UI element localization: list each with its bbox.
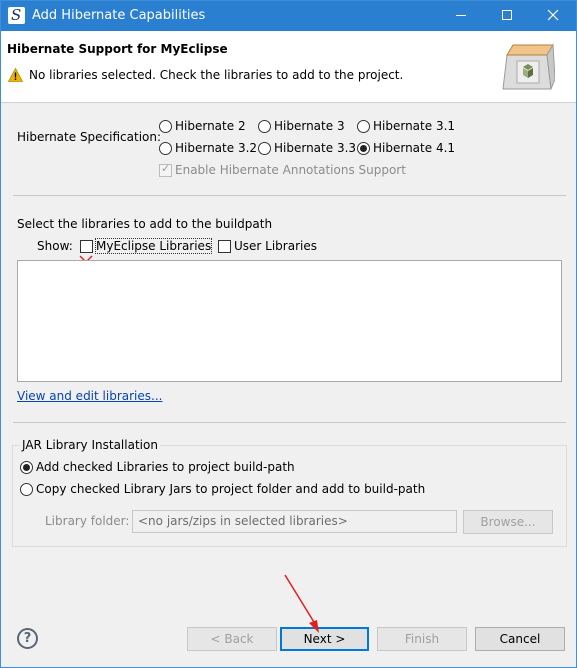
radio-hibernate-2[interactable]: [159, 120, 172, 133]
title-bar[interactable]: S Add Hibernate Capabilities: [1, 1, 576, 31]
radio-label-copy-jars: Copy checked Library Jars to project fol…: [36, 482, 426, 496]
library-folder-field[interactable]: <no jars/zips in selected libraries>: [132, 510, 457, 533]
radio-add-to-build-path[interactable]: [20, 461, 33, 474]
status-message: No libraries selected. Check the librari…: [29, 68, 404, 82]
radio-hibernate-3[interactable]: [258, 120, 271, 133]
help-icon[interactable]: ?: [17, 628, 38, 649]
minimize-button[interactable]: [438, 1, 483, 31]
close-button[interactable]: [530, 1, 575, 31]
dialog-window: S Add Hibernate Capabilities Hibernate S…: [0, 0, 577, 668]
radio-hibernate-3-1[interactable]: [357, 120, 370, 133]
maximize-icon: [501, 10, 512, 20]
annotations-checkbox[interactable]: [159, 162, 172, 177]
radio-label-add-to-build-path: Add checked Libraries to project build-p…: [36, 460, 295, 474]
library-folder-label: Library folder:: [45, 514, 130, 528]
annotation-arrow-icon: [284, 574, 319, 633]
radio-label-hibernate-3: Hibernate 3: [274, 119, 345, 133]
radio-label-hibernate-3-2: Hibernate 3.2: [175, 141, 258, 155]
myeclipse-logo-icon: S: [8, 6, 25, 24]
libraries-list[interactable]: [17, 260, 562, 382]
libraries-heading: Select the libraries to add to the build…: [17, 217, 273, 231]
cancel-button[interactable]: Cancel: [475, 627, 565, 651]
radio-copy-jars[interactable]: [20, 483, 33, 496]
jar-group-title: JAR Library Installation: [20, 438, 160, 452]
section-divider: [13, 195, 566, 196]
browse-button[interactable]: Browse...: [463, 510, 553, 534]
maximize-button[interactable]: [484, 1, 529, 31]
radio-hibernate-4-1[interactable]: [357, 142, 370, 155]
wizard-header: Hibernate Support for MyEclipse No libra…: [1, 31, 576, 103]
back-button[interactable]: < Back: [187, 627, 277, 651]
hibernate-wizard-icon: [502, 43, 555, 90]
annotations-label: Enable Hibernate Annotations Support: [175, 163, 406, 177]
radio-hibernate-3-3[interactable]: [258, 142, 271, 155]
close-icon: [547, 9, 558, 21]
radio-label-hibernate-3-1: Hibernate 3.1: [373, 119, 456, 133]
user-libraries-label[interactable]: User Libraries: [234, 239, 317, 253]
radio-label-hibernate-2: Hibernate 2: [175, 119, 246, 133]
window-title: Add Hibernate Capabilities: [32, 8, 206, 23]
radio-label-hibernate-3-3: Hibernate 3.3: [274, 141, 357, 155]
warning-icon: [8, 68, 23, 82]
myeclipse-libraries-checkbox[interactable]: [80, 240, 93, 253]
user-libraries-checkbox[interactable]: [218, 240, 231, 253]
spec-label: Hibernate Specification:: [17, 130, 162, 144]
myeclipse-libraries-label[interactable]: MyEclipse Libraries: [94, 238, 213, 254]
radio-label-hibernate-4-1: Hibernate 4.1: [373, 141, 456, 155]
section-divider: [13, 422, 566, 423]
page-title: Hibernate Support for MyEclipse: [7, 42, 228, 56]
finish-button[interactable]: Finish: [377, 627, 467, 651]
show-label: Show:: [37, 239, 73, 253]
view-edit-libraries-link[interactable]: View and edit libraries...: [17, 389, 162, 403]
radio-hibernate-3-2[interactable]: [159, 142, 172, 155]
minimize-icon: [455, 15, 466, 16]
